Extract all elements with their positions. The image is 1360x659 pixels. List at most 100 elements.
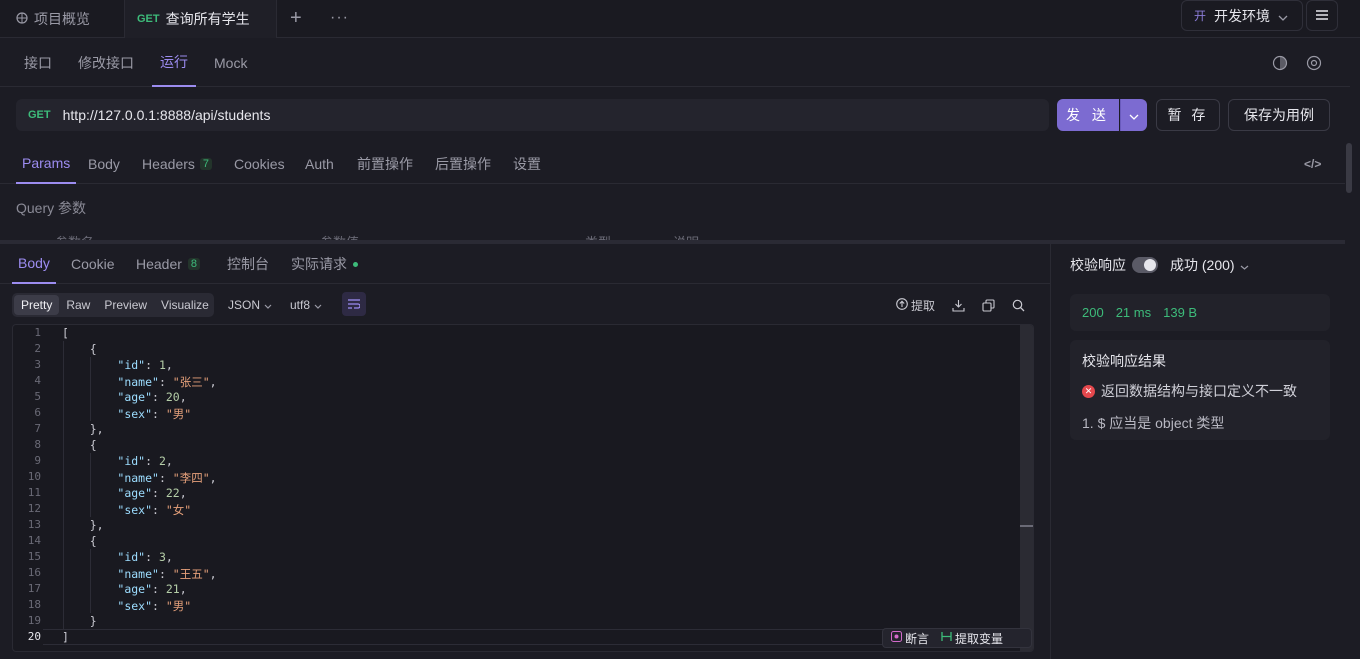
response-tab-cookie[interactable]: Cookie xyxy=(71,244,115,284)
mode-pretty[interactable]: Pretty xyxy=(14,295,60,315)
tab-pre-operations[interactable]: 前置操作 xyxy=(357,144,413,184)
copy-icon[interactable] xyxy=(982,293,995,317)
tab-post-operations[interactable]: 后置操作 xyxy=(435,144,491,184)
response-size: 139 B xyxy=(1163,305,1198,320)
status-select-value: 成功 (200) xyxy=(1170,257,1235,273)
verify-response-row: 校验响应 成功 (200) xyxy=(1070,255,1249,275)
menu-button[interactable] xyxy=(1306,0,1338,31)
query-params-header: 参数名 参数值 类型 说明 xyxy=(0,228,1340,240)
extract-variable-button[interactable]: 提取变量 xyxy=(941,630,1003,647)
code-line: }, xyxy=(62,422,104,436)
scroll-position-marker xyxy=(1020,525,1033,527)
column-param-value: 参数值 xyxy=(320,232,359,240)
settings-icon[interactable] xyxy=(1306,39,1322,87)
code-line: "name": "李四", xyxy=(117,471,217,485)
subnav-interface[interactable]: 接口 xyxy=(24,39,52,87)
code-line: "id": 2, xyxy=(117,454,173,468)
line-number: 14 xyxy=(27,534,41,547)
wrap-icon xyxy=(348,297,361,312)
environment-select[interactable]: 开 开发环境 xyxy=(1181,0,1303,31)
editor-float-toolbar: 断言 提取变量 xyxy=(882,628,1032,648)
save-as-case-button[interactable]: 保存为用例 xyxy=(1228,99,1330,131)
send-button[interactable]: 发 送 xyxy=(1057,99,1119,131)
code-line: "sex": "女" xyxy=(117,503,192,517)
subnav-run[interactable]: 运行 xyxy=(152,39,196,87)
tab-project-overview[interactable]: 项目概览 xyxy=(0,0,124,38)
editor-scrollbar[interactable] xyxy=(1020,325,1033,651)
response-tab-actual-request[interactable]: 实际请求 xyxy=(291,244,358,284)
code-line: "sex": "男" xyxy=(117,599,192,613)
column-param-name: 参数名 xyxy=(55,232,94,240)
url-input[interactable]: GET http://127.0.0.1:8888/api/students xyxy=(16,99,1049,131)
tab-query-students[interactable]: GET 查询所有学生 xyxy=(124,0,277,38)
add-tab-icon[interactable]: + xyxy=(290,8,308,30)
error-icon: ✕ xyxy=(1082,384,1095,398)
response-tab-header[interactable]: Header 8 xyxy=(136,244,201,284)
code-line: ] xyxy=(62,630,69,644)
response-tab-console[interactable]: 控制台 xyxy=(227,244,269,284)
code-line: "id": 3, xyxy=(117,550,173,564)
line-number: 6 xyxy=(34,406,41,419)
query-params-title: Query 参数 xyxy=(16,200,87,216)
assert-label: 断言 xyxy=(905,631,930,646)
line-number: 10 xyxy=(27,470,41,483)
subnav-mock[interactable]: Mock xyxy=(214,39,247,87)
mode-visualize[interactable]: Visualize xyxy=(154,295,216,315)
format-select[interactable]: JSON xyxy=(228,293,272,317)
encoding-select[interactable]: utf8 xyxy=(290,293,322,317)
variable-icon xyxy=(941,631,952,645)
response-tab-body[interactable]: Body xyxy=(12,244,56,284)
error-message: 返回数据结构与接口定义不一致 xyxy=(1101,383,1297,399)
verify-toggle[interactable] xyxy=(1132,257,1158,273)
tab-auth[interactable]: Auth xyxy=(305,144,334,184)
tab-settings[interactable]: 设置 xyxy=(513,144,541,184)
header-count-badge: 8 xyxy=(187,258,201,270)
code-line: } xyxy=(62,614,97,628)
page-scrollbar[interactable] xyxy=(1346,143,1352,193)
encoding-value: utf8 xyxy=(290,298,311,312)
status-select[interactable]: 成功 (200) xyxy=(1170,255,1249,275)
chevron-down-icon xyxy=(1129,108,1139,123)
line-number: 11 xyxy=(27,486,41,499)
assert-button[interactable]: 断言 xyxy=(891,630,929,647)
line-number: 2 xyxy=(34,342,41,355)
column-type: 类型 xyxy=(585,232,611,240)
request-tabs: Params Body Headers 7 Cookies Auth 前置操作 … xyxy=(0,144,1345,184)
view-mode-segmented: Pretty Raw Preview Visualize xyxy=(12,293,214,317)
mode-raw[interactable]: Raw xyxy=(59,295,97,315)
code-icon[interactable]: </> xyxy=(1304,144,1321,184)
theme-icon[interactable] xyxy=(1272,39,1288,87)
code-line: [ xyxy=(62,326,69,340)
chevron-down-icon xyxy=(1240,257,1249,273)
chevron-down-icon xyxy=(264,298,272,312)
response-body-editor[interactable]: 1 2 3 4 5 6 7 8 9 10 11 12 13 14 15 16 17 18 19 20 [ { "id"… xyxy=(12,324,1034,652)
save-button[interactable]: 暂 存 xyxy=(1156,99,1220,131)
tab-body[interactable]: Body xyxy=(88,144,120,184)
subnav-edit-interface[interactable]: 修改接口 xyxy=(78,39,134,87)
format-value: JSON xyxy=(228,298,261,312)
code-line: { xyxy=(62,438,97,452)
extract-button[interactable]: 提取 xyxy=(896,293,935,317)
method-select[interactable]: GET xyxy=(28,109,51,121)
wrap-lines-button[interactable] xyxy=(342,292,366,316)
line-numbers: 1 2 3 4 5 6 7 8 9 10 11 12 13 14 15 16 17 18 19 20 xyxy=(13,325,43,651)
download-icon[interactable] xyxy=(952,293,965,317)
more-icon[interactable]: ··· xyxy=(330,8,350,30)
tab-params[interactable]: Params xyxy=(16,144,77,184)
code-line: "id": 1, xyxy=(117,358,173,372)
current-line-highlight xyxy=(43,629,1023,645)
chevron-down-icon xyxy=(1278,8,1288,24)
headers-count-badge: 7 xyxy=(199,158,213,170)
line-number: 20 xyxy=(27,630,41,643)
send-dropdown-button[interactable] xyxy=(1120,99,1147,131)
tab-headers[interactable]: Headers 7 xyxy=(142,144,213,184)
line-number: 8 xyxy=(34,438,41,451)
tab-cookies[interactable]: Cookies xyxy=(234,144,285,184)
line-number: 19 xyxy=(27,614,41,627)
code-line: "age": 20, xyxy=(117,390,187,404)
search-icon[interactable] xyxy=(1012,293,1025,317)
verify-result-box: 校验响应结果 ✕ 返回数据结构与接口定义不一致 1. $ 应当是 object … xyxy=(1070,340,1330,440)
mode-preview[interactable]: Preview xyxy=(97,295,154,315)
upload-icon xyxy=(896,297,908,313)
hamburger-icon xyxy=(1316,8,1328,23)
